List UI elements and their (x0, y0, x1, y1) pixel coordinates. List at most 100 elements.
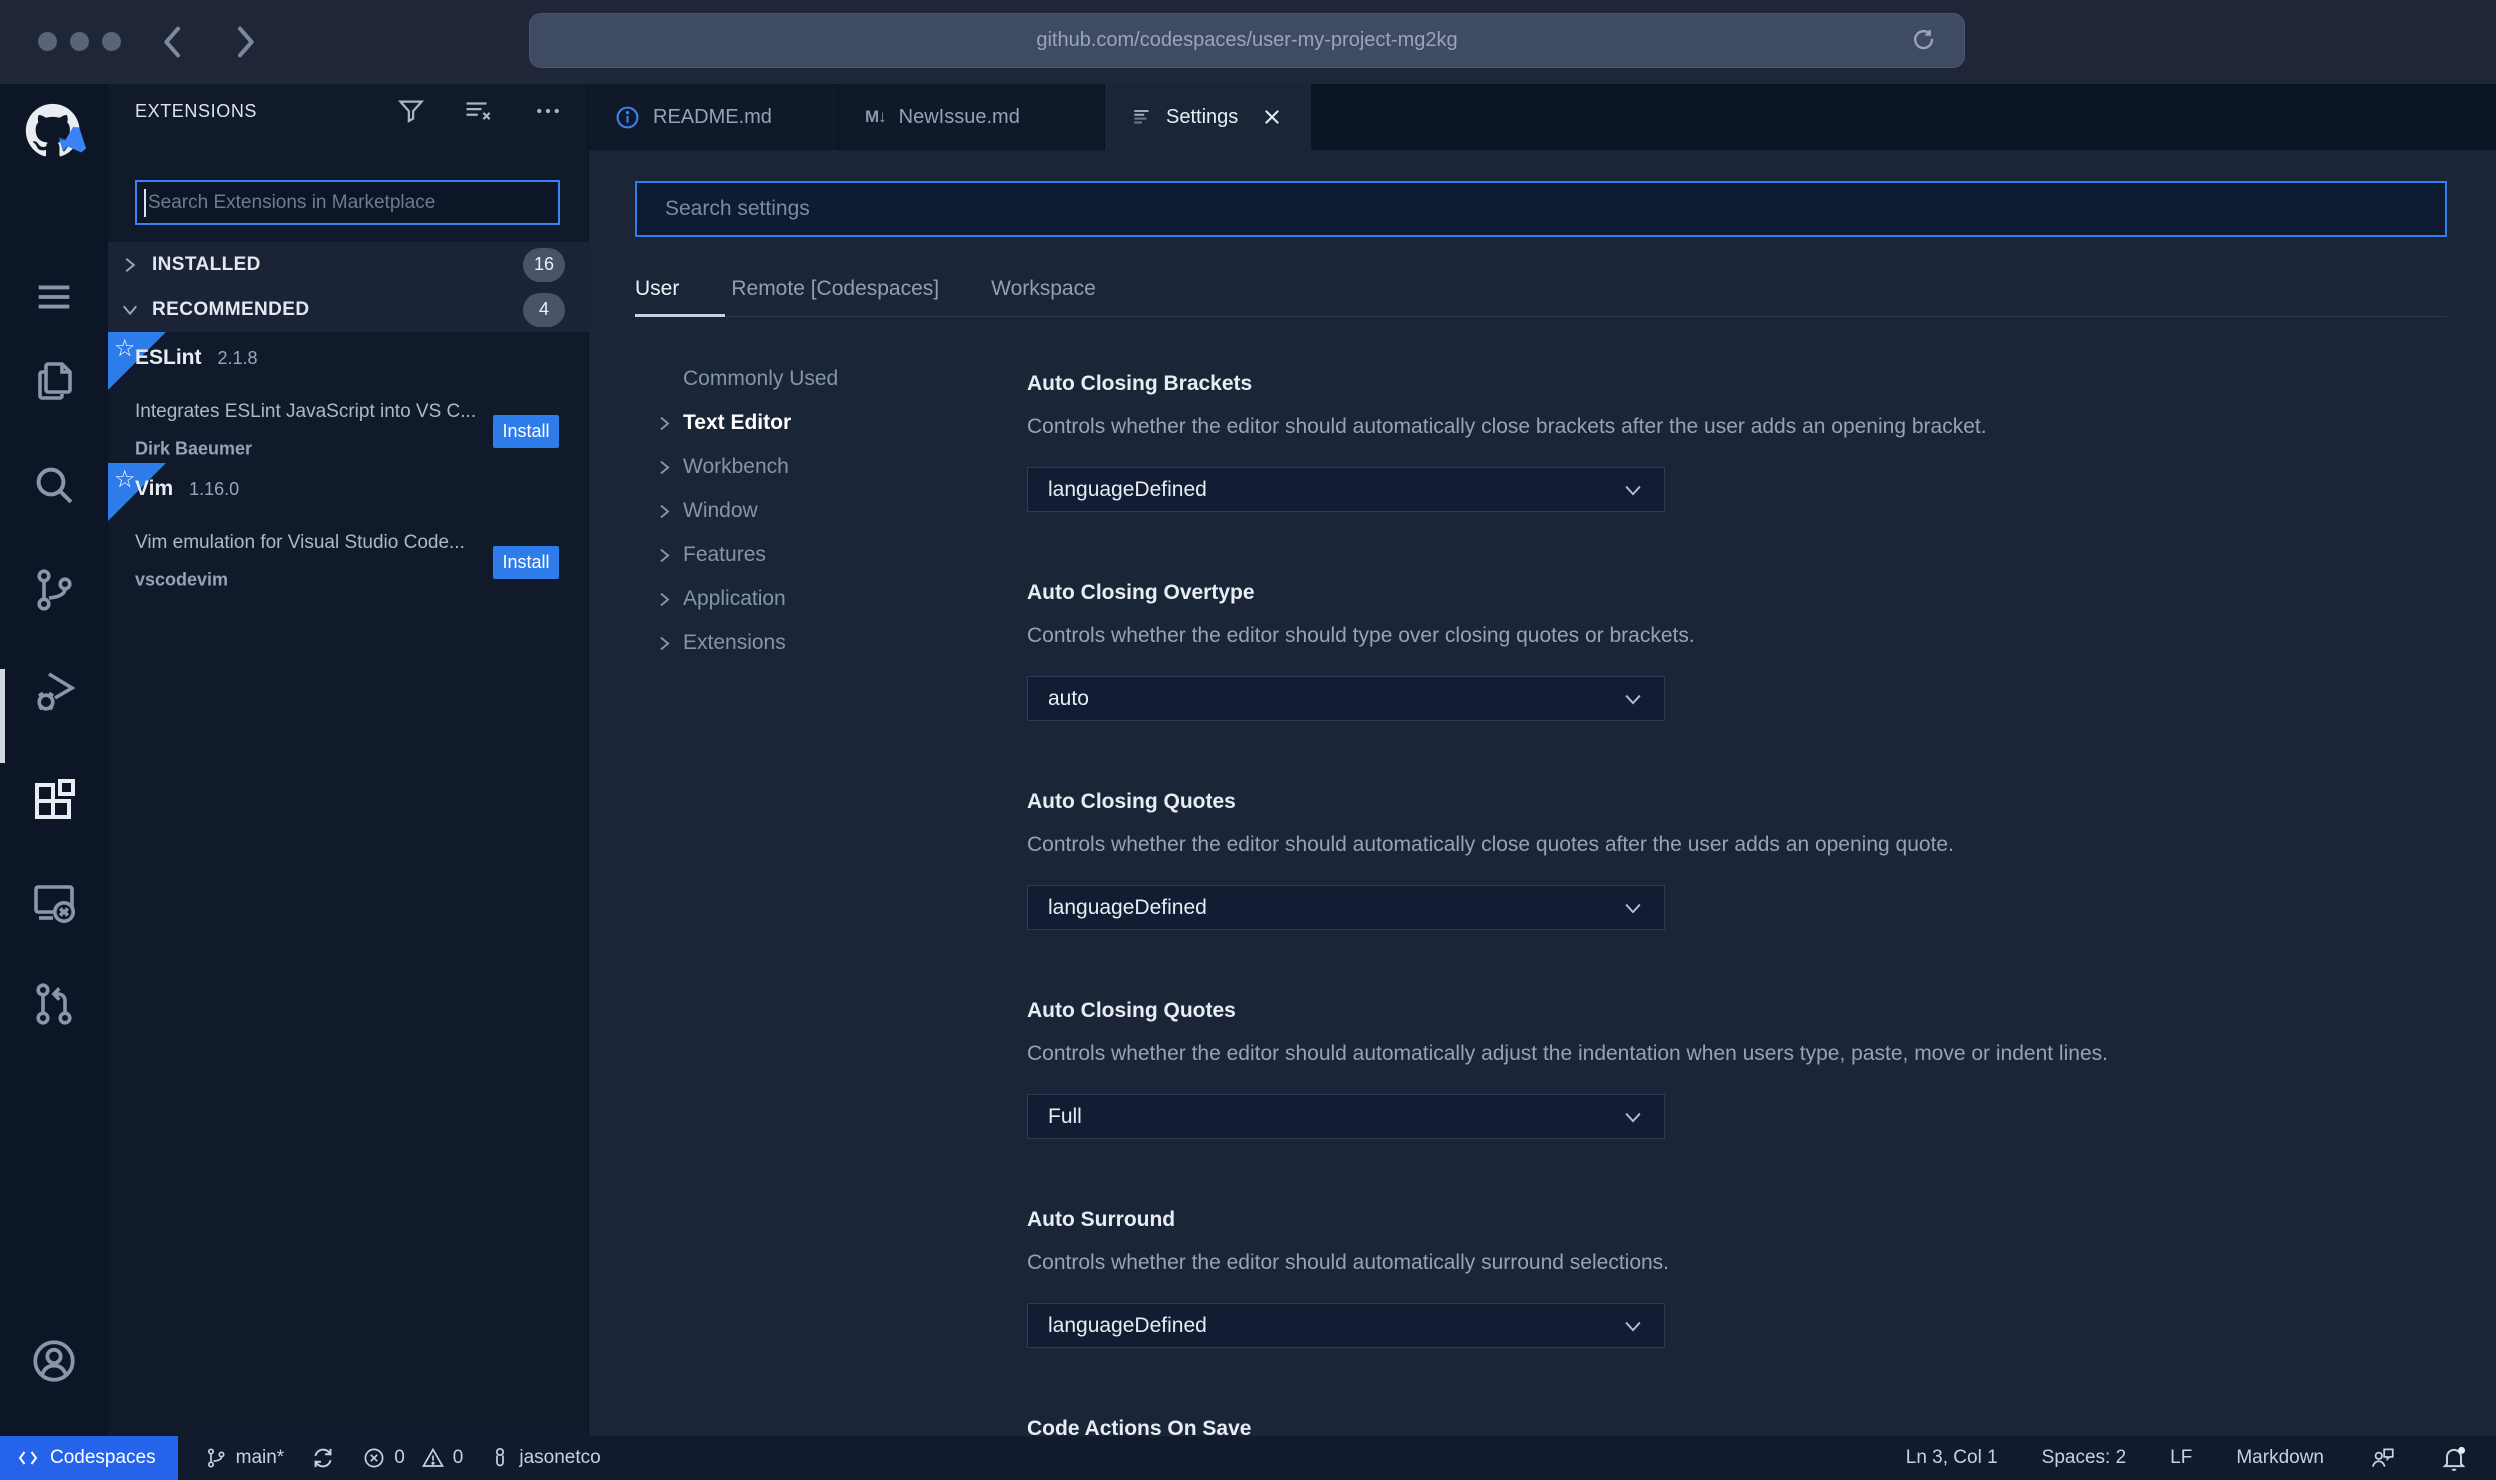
error-count: 0 (394, 1447, 405, 1468)
setting-title: Code Actions On Save (1027, 1417, 1252, 1436)
scope-tab-user[interactable]: User (635, 277, 679, 301)
tab-newissue[interactable]: M↓ NewIssue.md (839, 84, 1105, 150)
indentation[interactable]: Spaces: 2 (2042, 1447, 2127, 1469)
source-control-icon[interactable] (0, 544, 108, 636)
section-count-badge: 4 (523, 292, 565, 327)
tree-item-application[interactable]: Application (645, 577, 1005, 621)
language-mode[interactable]: Markdown (2236, 1447, 2324, 1469)
setting-description: Controls whether the editor should autom… (1027, 1042, 2108, 1065)
explorer-icon[interactable] (0, 334, 108, 426)
activity-bar (0, 84, 108, 1480)
extension-name: Vim (135, 477, 174, 500)
chevron-right-icon (659, 636, 670, 650)
extension-item-vim[interactable]: ☆ Vim 1.16.0 Vim emulation for Visual St… (108, 463, 589, 594)
filter-icon[interactable] (396, 96, 426, 126)
scope-divider (635, 316, 2447, 317)
dropdown-value: languageDefined (1048, 895, 1207, 919)
chevron-right-icon (659, 592, 670, 606)
cursor-position[interactable]: Ln 3, Col 1 (1906, 1447, 1998, 1469)
dropdown-value: Full (1048, 1104, 1082, 1128)
section-installed[interactable]: INSTALLED 16 (108, 242, 589, 287)
chevron-down-icon (1625, 694, 1641, 705)
extension-publisher: vscodevim (135, 569, 229, 590)
back-icon[interactable] (158, 22, 188, 62)
reload-icon[interactable] (1910, 27, 1938, 55)
tree-item-extensions[interactable]: Extensions (645, 621, 1005, 665)
sync-button[interactable] (310, 1445, 336, 1471)
tab-readme[interactable]: README.md (589, 84, 839, 150)
browser-window: github.com/codespaces/user-my-project-mg… (0, 0, 2496, 1480)
chevron-down-icon (1625, 1321, 1641, 1332)
remote-icon (18, 1451, 38, 1465)
codespaces-remote-button[interactable]: Codespaces (0, 1436, 178, 1480)
tree-item-commonly-used[interactable]: Commonly Used (645, 357, 1005, 401)
setting-title: Auto Closing Quotes (1027, 790, 1236, 813)
install-button[interactable]: Install (493, 415, 559, 448)
dropdown-value: auto (1048, 686, 1089, 710)
active-scope-underline (635, 314, 725, 317)
more-actions-icon[interactable] (532, 96, 564, 126)
tree-item-workbench[interactable]: Workbench (645, 445, 1005, 489)
setting-dropdown[interactable]: languageDefined (1027, 467, 1665, 512)
active-view-indicator (0, 669, 5, 763)
scope-tab-remote[interactable]: Remote [Codespaces] (731, 277, 939, 301)
pull-requests-icon[interactable] (0, 958, 108, 1050)
extensions-icon[interactable] (0, 754, 108, 846)
url-text: github.com/codespaces/user-my-project-mg… (1036, 29, 1458, 51)
account-icon[interactable] (0, 1315, 108, 1407)
run-and-debug-icon[interactable] (0, 645, 108, 737)
editor-tab-strip: README.md M↓ NewIssue.md Settings (589, 84, 2496, 150)
eol-indicator[interactable]: LF (2170, 1447, 2192, 1469)
github-codespaces-logo-icon (0, 88, 108, 180)
chevron-right-icon (125, 257, 136, 272)
extensions-search-box (135, 180, 560, 225)
settings-search-input[interactable] (635, 181, 2447, 237)
section-recommended[interactable]: RECOMMENDED 4 (108, 287, 589, 332)
setting-code-actions-on-save: Code Actions On Save (1027, 1414, 2467, 1436)
tree-item-window[interactable]: Window (645, 489, 1005, 533)
forward-icon[interactable] (230, 22, 260, 62)
branch-name: main* (235, 1447, 285, 1468)
user-indicator[interactable]: jasonetco (489, 1446, 601, 1470)
setting-dropdown[interactable]: auto (1027, 676, 1665, 721)
user-name: jasonetco (519, 1447, 601, 1468)
sidebar-title: EXTENSIONS (135, 101, 258, 121)
url-bar[interactable]: github.com/codespaces/user-my-project-mg… (529, 13, 1965, 68)
extensions-search-input[interactable] (146, 191, 558, 214)
remote-explorer-icon[interactable] (0, 856, 108, 948)
extension-item-eslint[interactable]: ☆ ESLint 2.1.8 Integrates ESLint JavaScr… (108, 332, 589, 463)
tab-label: NewIssue.md (898, 105, 1020, 128)
info-icon (616, 106, 639, 128)
extension-publisher: Dirk Baeumer (135, 438, 253, 459)
dropdown-value: languageDefined (1048, 1313, 1207, 1337)
feedback-icon[interactable] (2368, 1445, 2396, 1471)
scope-tab-workspace[interactable]: Workspace (991, 277, 1096, 301)
star-icon: ☆ (114, 335, 136, 362)
setting-dropdown[interactable]: Full (1027, 1094, 1665, 1139)
section-label: RECOMMENDED (152, 298, 310, 320)
search-icon[interactable] (0, 439, 108, 531)
tree-item-text-editor[interactable]: Text Editor (645, 401, 1005, 445)
user-icon (496, 1447, 505, 1467)
section-count-badge: 16 (523, 247, 565, 282)
close-icon[interactable] (1261, 106, 1283, 128)
setting-dropdown[interactable]: languageDefined (1027, 885, 1665, 930)
setting-auto-closing-quotes: Auto Closing Quotes Controls whether the… (1027, 787, 2467, 930)
setting-auto-closing-quotes-2: Auto Closing Quotes Controls whether the… (1027, 996, 2467, 1139)
notifications-bell-icon[interactable] (2440, 1444, 2468, 1472)
setting-dropdown[interactable]: languageDefined (1027, 1303, 1665, 1348)
clear-extension-search-icon[interactable] (462, 96, 496, 126)
tab-settings[interactable]: Settings (1105, 84, 1311, 150)
tab-label: README.md (653, 105, 772, 128)
tree-item-features[interactable]: Features (645, 533, 1005, 577)
window-zoom-button[interactable] (102, 32, 121, 51)
window-close-button[interactable] (38, 32, 57, 51)
window-controls (38, 32, 121, 51)
install-button[interactable]: Install (493, 546, 559, 579)
error-icon (364, 1448, 384, 1468)
branch-indicator[interactable]: main* (204, 1446, 285, 1470)
problems-indicator[interactable]: 0 0 (362, 1446, 463, 1470)
setting-auto-surround: Auto Surround Controls whether the edito… (1027, 1205, 2467, 1348)
window-minimize-button[interactable] (70, 32, 89, 51)
menu-icon[interactable] (0, 251, 108, 343)
